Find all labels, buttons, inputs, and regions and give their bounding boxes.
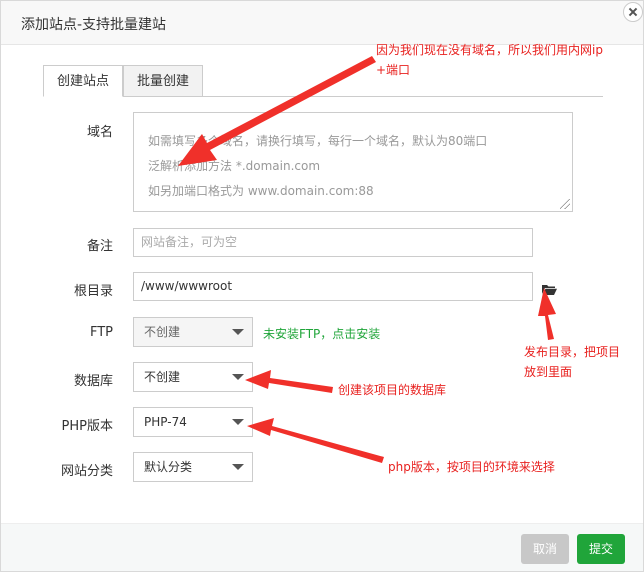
domain-textarea[interactable]: 如需填写多个域名，请换行填写，每行一个域名，默认为80端口 泛解析添加方法 *.…: [133, 112, 573, 212]
tab-batch-create[interactable]: 批量创建: [123, 65, 203, 97]
dialog-footer: 取消 提交: [1, 523, 643, 571]
close-icon[interactable]: [623, 2, 643, 22]
chevron-down-icon: [232, 329, 244, 335]
site-category-label: 网站分类: [60, 464, 113, 479]
annotation-root-note: 发布目录，把项目 放到里面: [524, 342, 620, 382]
php-version-label: PHP版本: [61, 419, 113, 434]
domain-label: 域名: [86, 125, 113, 140]
database-label: 数据库: [73, 374, 113, 389]
root-dir-label: 根目录: [73, 284, 113, 299]
annotation-text: 发布目录，把项目: [524, 345, 621, 359]
site-category-select[interactable]: 默认分类: [133, 452, 253, 482]
remark-input[interactable]: 网站备注，可为空: [133, 228, 533, 257]
submit-button[interactable]: 提交: [577, 534, 625, 564]
chevron-down-icon: [232, 374, 244, 380]
annotation-database-note: 创建该项目的数据库: [338, 383, 447, 397]
add-site-dialog: 添加站点-支持批量建站 创建站点 批量创建 域名 如需填写多个域名，请换行填写，…: [0, 0, 644, 572]
annotation-text: 因为我们现在没有域名，所以我们用内网ip: [376, 43, 603, 57]
annotation-text: +端口: [376, 63, 411, 77]
root-dir-input[interactable]: /www/wwwroot: [133, 272, 533, 301]
cancel-button[interactable]: 取消: [521, 534, 569, 564]
ftp-label: FTP: [89, 325, 113, 340]
dialog-title: 添加站点-支持批量建站: [21, 17, 167, 33]
ftp-selected-value: 不创建: [144, 325, 181, 339]
database-selected-value: 不创建: [144, 370, 181, 384]
tab-create-site[interactable]: 创建站点: [43, 65, 123, 97]
chevron-down-icon: [232, 464, 244, 470]
category-selected-value: 默认分类: [144, 460, 193, 474]
annotation-domain-note: 因为我们现在没有域名，所以我们用内网ip +端口: [376, 40, 603, 80]
remark-label: 备注: [86, 239, 113, 254]
domain-placeholder-line: 如另加端口格式为 www.domain.com:88: [148, 184, 374, 198]
annotation-php-note: php版本，按项目的环境来选择: [388, 460, 555, 474]
chevron-down-icon: [232, 419, 244, 425]
php-selected-value: PHP-74: [144, 415, 187, 429]
domain-placeholder-line: 泛解析添加方法 *.domain.com: [148, 159, 321, 173]
install-ftp-link[interactable]: 未安装FTP，点击安装: [263, 325, 380, 342]
php-version-select[interactable]: PHP-74: [133, 407, 253, 437]
dialog-titlebar: 添加站点-支持批量建站: [1, 1, 643, 45]
annotation-text: 放到里面: [524, 365, 573, 379]
ftp-select[interactable]: 不创建: [133, 317, 253, 347]
resize-handle-icon[interactable]: [560, 199, 570, 209]
folder-icon[interactable]: [542, 284, 557, 295]
database-select[interactable]: 不创建: [133, 362, 253, 392]
domain-placeholder-line: 如需填写多个域名，请换行填写，每行一个域名，默认为80端口: [148, 134, 488, 148]
